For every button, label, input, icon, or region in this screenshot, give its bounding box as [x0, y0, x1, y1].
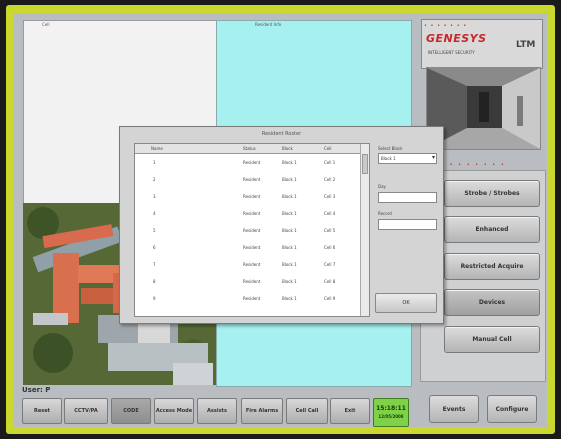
table-cell-name: 3: [153, 194, 156, 199]
table-row[interactable]: 7 Resident Block 1 Cell 7: [135, 256, 361, 273]
scrollbar-thumb[interactable]: [362, 154, 368, 174]
table-header: Name Status Block Cell: [135, 144, 361, 154]
table-cell-cell: Cell 3: [324, 194, 336, 199]
column-header[interactable]: Cell: [324, 146, 331, 151]
table-cell-block: Block 1: [282, 160, 297, 165]
genesys-logo: • • • • • • • GENESYS INTELLIGENT SECURI…: [421, 19, 543, 69]
access-mode-button[interactable]: Access Mode: [154, 398, 194, 424]
table-cell-name: 9: [153, 296, 156, 301]
table-scrollbar[interactable]: [360, 144, 369, 316]
table-cell-status: Resident: [243, 177, 261, 182]
table-cell-status: Resident: [243, 228, 261, 233]
table-cell-block: Block 1: [282, 296, 297, 301]
table-cell-cell: Cell 7: [324, 262, 336, 267]
table-cell-block: Block 1: [282, 177, 297, 182]
table-row[interactable]: 6 Resident Block 1 Cell 6: [135, 239, 361, 256]
table-cell-status: Resident: [243, 245, 261, 250]
table-cell-cell: Cell 4: [324, 211, 336, 216]
column-header[interactable]: Block: [282, 146, 293, 151]
table-cell-block: Block 1: [282, 245, 297, 250]
resident-table: Name Status Block Cell 1 Resident Block 1 C…: [134, 143, 370, 317]
table-cell-name: 1: [153, 160, 156, 165]
devices-button[interactable]: Devices: [444, 289, 540, 316]
reset-button[interactable]: Reset: [22, 398, 62, 424]
table-cell-block: Block 1: [282, 262, 297, 267]
table-cell-cell: Cell 2: [324, 177, 336, 182]
resident-panel-header: Resident Info: [255, 22, 282, 27]
table-cell-name: 7: [153, 262, 156, 267]
table-row[interactable]: 2 Resident Block 1 Cell 2: [135, 171, 361, 188]
dialog-title: Resident Roster: [261, 131, 302, 137]
table-cell-cell: Cell 9: [324, 296, 336, 301]
restricted-acquire-button[interactable]: Restricted Acquire: [444, 253, 540, 280]
resident-roster-dialog: Resident Roster Name Status Block Cell 1…: [119, 126, 444, 324]
day-field[interactable]: [378, 192, 437, 203]
fire-alarms-button[interactable]: Fire Alarms: [241, 398, 283, 424]
table-row[interactable]: 9 Resident Block 1 Cell 9: [135, 290, 361, 307]
table-cell-name: 8: [153, 279, 156, 284]
configure-button[interactable]: Configure: [487, 395, 537, 423]
assists-button[interactable]: Assists: [197, 398, 237, 424]
manual-cell-button[interactable]: Manual Cell: [444, 326, 540, 353]
table-row[interactable]: 5 Resident Block 1 Cell 5: [135, 222, 361, 239]
logo-name: GENESYS: [426, 32, 487, 45]
table-cell-status: Resident: [243, 279, 261, 284]
chevron-down-icon: ▾: [431, 154, 435, 161]
events-button[interactable]: Events: [429, 395, 479, 423]
table-cell-block: Block 1: [282, 279, 297, 284]
column-header[interactable]: Status: [243, 146, 256, 151]
select-block-label: Select Block: [378, 146, 403, 151]
code-button[interactable]: CODE: [111, 398, 151, 424]
user-label: User: P: [22, 386, 51, 394]
table-row[interactable]: 1 Resident Block 1 Cell 1: [135, 154, 361, 171]
table-cell-block: Block 1: [282, 194, 297, 199]
table-row[interactable]: 8 Resident Block 1 Cell 8: [135, 273, 361, 290]
table-cell-status: Resident: [243, 296, 261, 301]
cell-panel-header: Cell: [42, 22, 50, 27]
exit-button[interactable]: Exit: [330, 398, 370, 424]
cctv-pa-button[interactable]: CCTV/PA: [64, 398, 108, 424]
logo-dots: • • • • • • •: [424, 23, 468, 29]
cell-call-button[interactable]: Cell Call: [286, 398, 328, 424]
logo-mark: LTM: [516, 40, 536, 50]
logo-tagline: INTELLIGENT SECURITY: [428, 50, 475, 55]
enhanced-button[interactable]: Enhanced: [444, 216, 540, 243]
block-select-value: Block 1: [381, 156, 396, 161]
strobe-button[interactable]: Strobe / Strobes: [444, 180, 540, 207]
ok-button[interactable]: OK: [375, 293, 437, 313]
table-cell-status: Resident: [243, 160, 261, 165]
table-cell-name: 4: [153, 211, 156, 216]
table-cell-block: Block 1: [282, 211, 297, 216]
table-cell-cell: Cell 8: [324, 279, 336, 284]
table-cell-status: Resident: [243, 211, 261, 216]
table-cell-cell: Cell 1: [324, 160, 336, 165]
table-row[interactable]: 4 Resident Block 1 Cell 4: [135, 205, 361, 222]
table-cell-cell: Cell 5: [324, 228, 336, 233]
clock-date: 12/05/2008: [378, 414, 404, 419]
record-label: Record: [378, 211, 392, 216]
clock-display: 15:18:11 12/05/2008: [373, 398, 409, 427]
table-cell-name: 5: [153, 228, 156, 233]
clock-time: 15:18:11: [376, 405, 406, 412]
table-cell-status: Resident: [243, 262, 261, 267]
record-field[interactable]: [378, 219, 437, 230]
table-cell-cell: Cell 6: [324, 245, 336, 250]
table-cell-name: 2: [153, 177, 156, 182]
table-cell-status: Resident: [243, 194, 261, 199]
day-label: Day: [378, 184, 386, 189]
table-cell-name: 6: [153, 245, 156, 250]
table-row[interactable]: 3 Resident Block 1 Cell 3: [135, 188, 361, 205]
block-select[interactable]: Block 1 ▾: [378, 153, 437, 164]
column-header[interactable]: Name: [151, 146, 163, 151]
table-cell-block: Block 1: [282, 228, 297, 233]
